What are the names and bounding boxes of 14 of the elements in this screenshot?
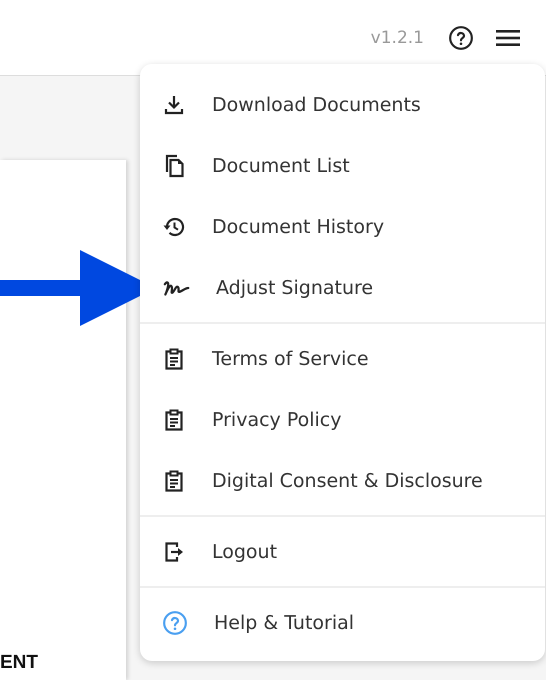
- menu-item[interactable]: Document History: [140, 196, 545, 257]
- menu-item[interactable]: Adjust Signature: [140, 257, 545, 318]
- document-heading: ENT: [0, 653, 38, 672]
- menu-item[interactable]: Terms of Service: [140, 328, 545, 389]
- menu-item[interactable]: Logout: [140, 521, 545, 582]
- menu-item[interactable]: Document List: [140, 135, 545, 196]
- menu-item[interactable]: Privacy Policy: [140, 389, 545, 450]
- menu-item[interactable]: Download Documents: [140, 74, 545, 135]
- menu-item[interactable]: Help & Tutorial: [140, 592, 545, 653]
- help-icon: [162, 610, 188, 636]
- help-icon[interactable]: [448, 24, 474, 50]
- version-label: v1.2.1: [370, 28, 424, 48]
- menu-icon[interactable]: [496, 28, 520, 48]
- menu-item[interactable]: Digital Consent & Disclosure: [140, 450, 545, 511]
